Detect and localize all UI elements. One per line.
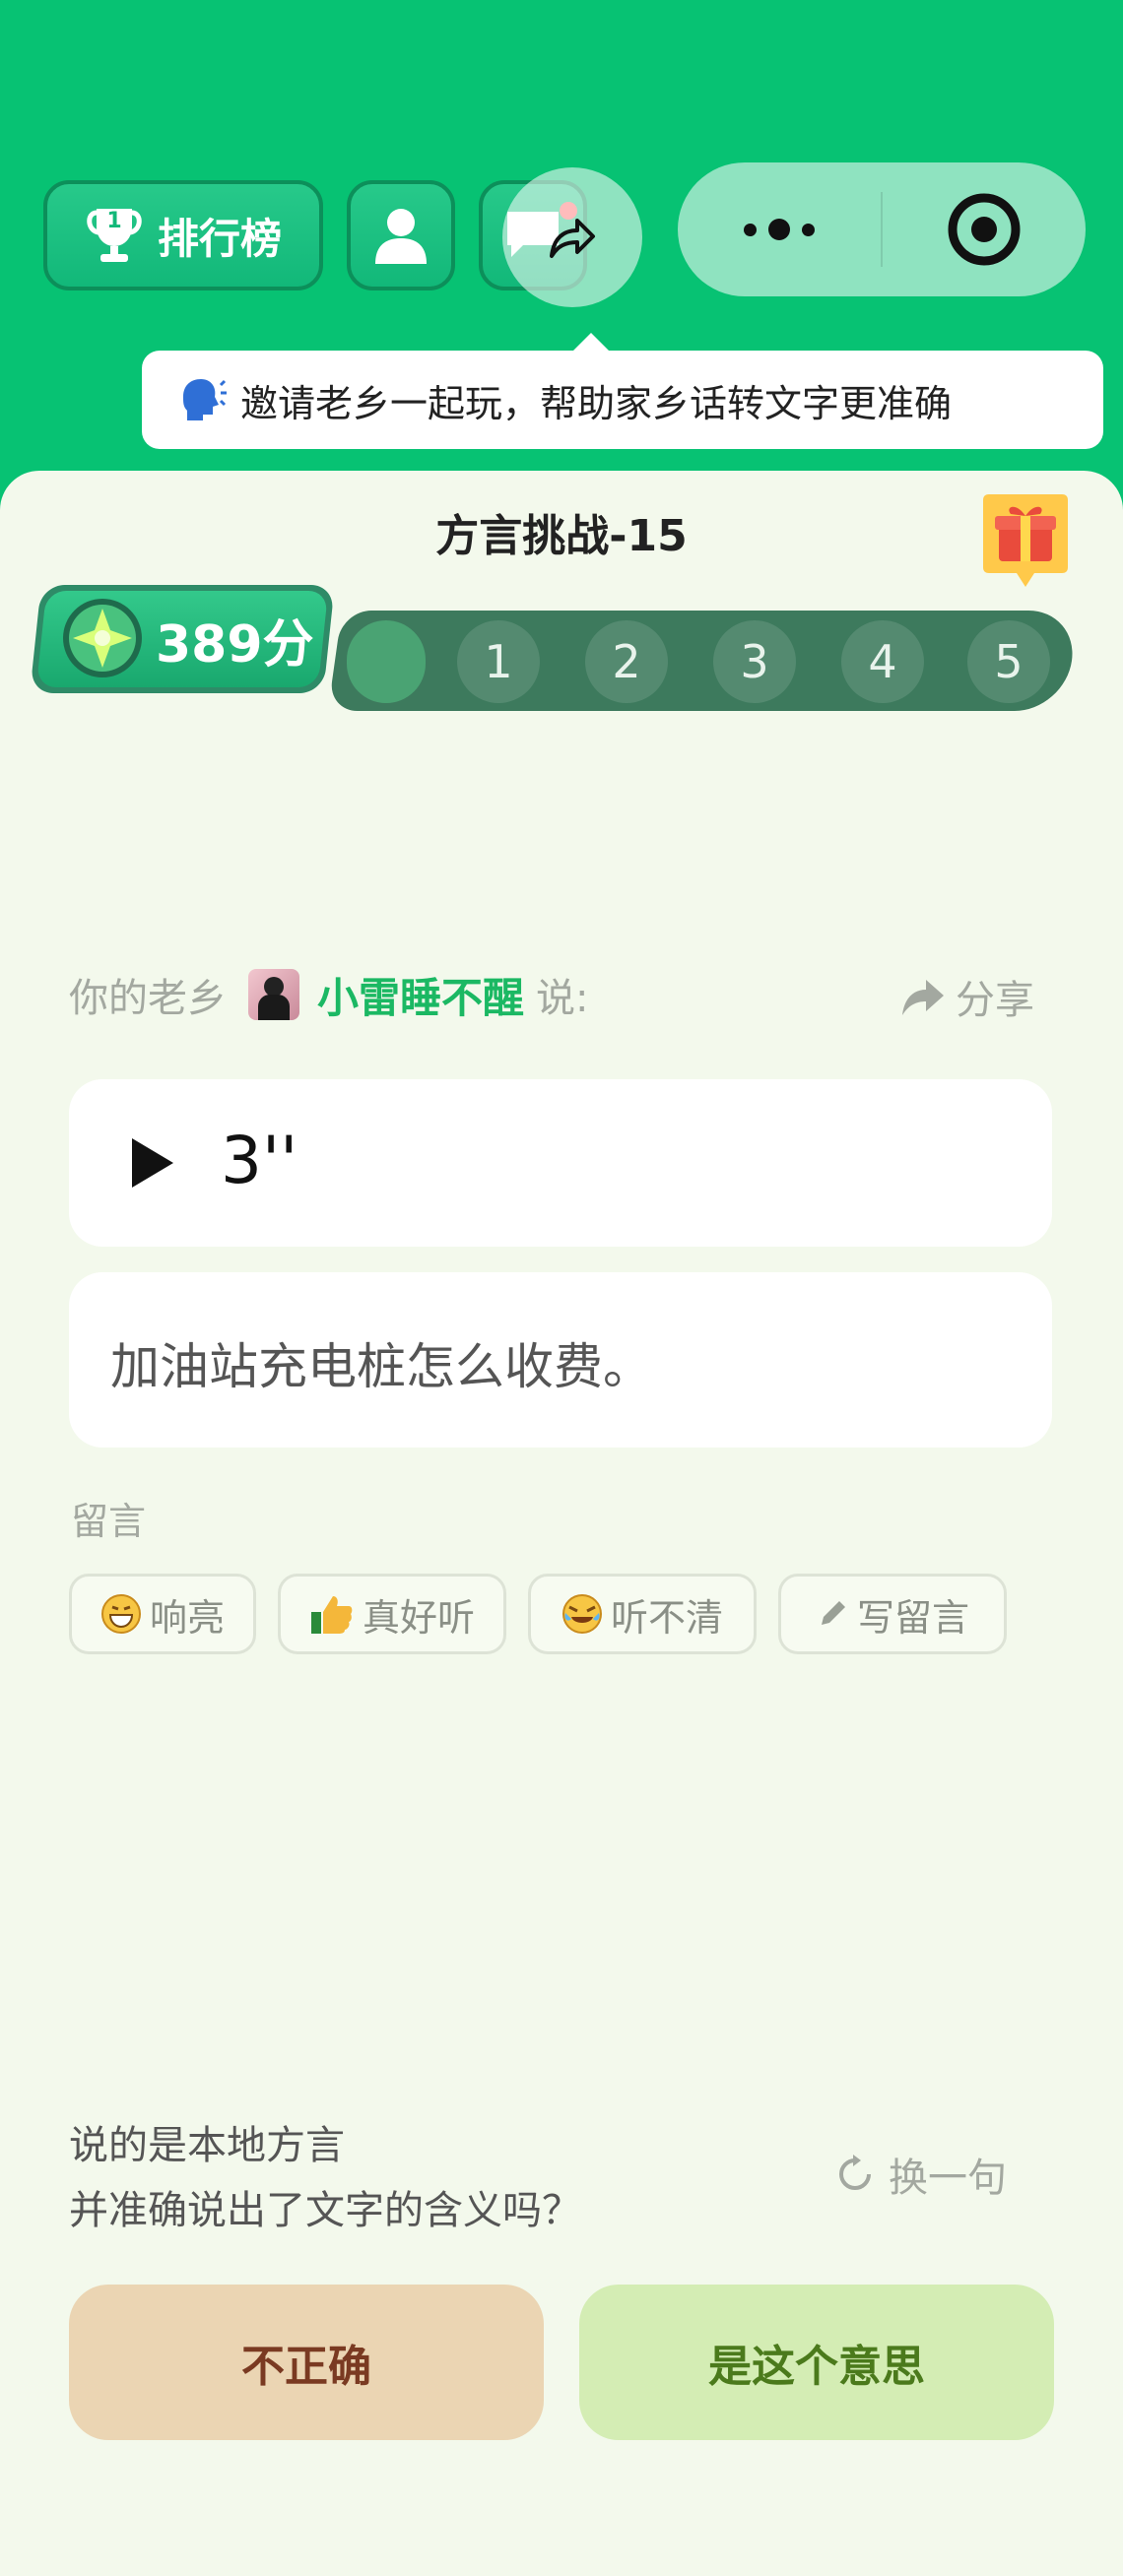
audio-card[interactable]: 3'' xyxy=(69,1079,1052,1247)
share-float-button[interactable] xyxy=(502,167,642,307)
leaderboard-button[interactable]: 1 排行榜 xyxy=(43,180,323,290)
speaker-prefix: 你的老乡 xyxy=(69,976,227,1021)
transcript-text: 加油站充电桩怎么收费。 xyxy=(110,1338,652,1395)
swap-sentence-button[interactable]: 换一句 xyxy=(833,2147,1007,2202)
progress-step: 2 xyxy=(585,620,668,703)
share-button[interactable]: 分享 xyxy=(900,967,1034,1026)
user-icon xyxy=(375,209,427,264)
chip-label: 响亮 xyxy=(149,1595,225,1640)
trophy-icon: 1 xyxy=(85,205,144,266)
progress-fill xyxy=(347,620,426,703)
question-line-2: 并准确说出了文字的含义吗？ xyxy=(69,2188,581,2233)
progress-step: 1 xyxy=(457,620,540,703)
question-line-1: 说的是本地方言 xyxy=(69,2123,345,2168)
miniprogram-capsule xyxy=(678,162,1086,296)
tooltip-text: 邀请老乡一起玩，帮助家乡话转文字更准确 xyxy=(240,381,953,425)
main-sheet xyxy=(0,471,1123,2576)
avatar[interactable] xyxy=(248,969,299,1020)
transcript-card: 加油站充电桩怎么收费。 xyxy=(69,1272,1052,1448)
leaderboard-label: 排行榜 xyxy=(157,214,282,263)
trophy-rank: 1 xyxy=(106,209,122,233)
gift-button[interactable] xyxy=(981,490,1070,591)
close-miniprogram-button[interactable] xyxy=(883,162,1086,296)
pencil-icon xyxy=(821,1601,845,1625)
speaker-suffix: 说: xyxy=(536,976,589,1021)
thumbs-up-emoji-icon xyxy=(310,1596,353,1634)
correct-button[interactable]: 是这个意思 xyxy=(579,2285,1054,2440)
progress-step: 4 xyxy=(841,620,924,703)
progress-step: 5 xyxy=(967,620,1050,703)
crying-laugh-emoji-icon xyxy=(562,1594,602,1634)
gem-icon xyxy=(59,595,146,681)
challenge-title: 方言挑战-15 xyxy=(435,511,688,561)
more-button[interactable] xyxy=(678,162,881,296)
speaker-name[interactable]: 小雷睡不醒 xyxy=(317,965,524,1025)
share-label: 分享 xyxy=(956,978,1034,1023)
comments-header: 留言 xyxy=(71,1500,147,1543)
grin-emoji-icon xyxy=(100,1594,141,1634)
write-comment-button[interactable]: 写留言 xyxy=(778,1574,1007,1654)
incorrect-button[interactable]: 不正确 xyxy=(69,2285,544,2440)
refresh-icon xyxy=(839,2155,871,2190)
invite-tooltip[interactable]: 邀请老乡一起玩，帮助家乡话转文字更准确 xyxy=(142,333,1103,449)
profile-button[interactable] xyxy=(347,180,455,290)
target-icon xyxy=(948,193,1021,266)
play-icon xyxy=(132,1138,173,1188)
chip-label: 写留言 xyxy=(856,1595,969,1640)
progress-track xyxy=(327,611,1080,711)
score-value: 389分 xyxy=(156,615,314,675)
comment-chip-unclear[interactable]: 听不清 xyxy=(528,1574,757,1654)
audio-duration: 3'' xyxy=(221,1123,298,1198)
speaking-head-icon xyxy=(183,379,227,420)
comment-chip-loud[interactable]: 响亮 xyxy=(69,1574,256,1654)
progress-step: 3 xyxy=(713,620,796,703)
share-arrow-icon xyxy=(550,219,595,258)
speaker-row: 你的老乡 小雷睡不醒 说: xyxy=(69,965,589,1024)
share-icon xyxy=(902,980,944,1015)
comment-chip-sounds-good[interactable]: 真好听 xyxy=(278,1574,506,1654)
swap-label: 换一句 xyxy=(889,2156,1007,2201)
chip-label: 听不清 xyxy=(610,1595,723,1640)
more-icon xyxy=(744,219,815,240)
chip-label: 真好听 xyxy=(362,1595,475,1640)
gift-icon xyxy=(983,494,1068,587)
